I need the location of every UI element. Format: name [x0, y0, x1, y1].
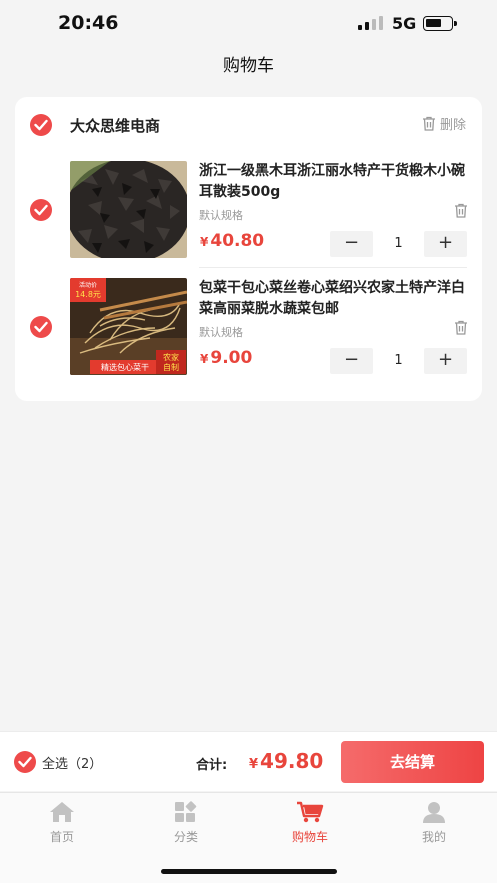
profile-icon	[423, 802, 445, 823]
tab-profile[interactable]: 我的	[372, 801, 496, 845]
status-bar: 20:46 5G	[0, 0, 497, 48]
delete-label: 删除	[439, 118, 466, 133]
page-title: 购物车	[223, 56, 274, 76]
increase-button[interactable]: +	[424, 348, 467, 374]
image-badge-top: 活动价	[79, 281, 97, 289]
tab-label: 购物车	[291, 830, 328, 844]
tab-label: 分类	[173, 830, 198, 844]
shop-card: 大众思维电商 删除 浙江一级黑木耳浙江丽水特产干货椴木小碗耳散装500g 默认规…	[15, 97, 482, 401]
image-badge-price: 14.8元	[75, 290, 101, 299]
product-price: ¥9.00	[200, 348, 253, 368]
image-caption: 精选包心菜干	[101, 362, 149, 372]
selected-count: （2）	[68, 756, 103, 772]
trash-icon[interactable]	[454, 320, 468, 339]
product-title[interactable]: 浙江一级黑木耳浙江丽水特产干货椴木小碗耳散装500g	[199, 161, 465, 203]
product-spec: 默认规格	[199, 209, 243, 222]
home-icon	[50, 802, 74, 822]
checkout-bar: 全选 （2） 合计: ¥49.80 去结算	[0, 731, 497, 791]
product-image[interactable]	[70, 161, 187, 258]
signal-icon	[358, 16, 384, 30]
item-check-icon[interactable]	[30, 199, 52, 221]
nav-bar: 购物车	[0, 48, 497, 84]
cart-item: 活动价 14.8元 精选包心菜干 农家 自制 包菜干包心菜丝卷心菜绍兴农家土特产…	[15, 278, 482, 395]
cart-icon	[297, 801, 324, 823]
shop-name: 大众思维电商	[70, 117, 161, 135]
increase-button[interactable]: +	[424, 231, 467, 257]
quantity-stepper: − 1 +	[330, 231, 467, 257]
select-all-check-icon[interactable]	[14, 751, 36, 773]
decrease-button[interactable]: −	[330, 231, 373, 257]
product-price: ¥40.80	[200, 231, 265, 251]
product-image[interactable]: 活动价 14.8元 精选包心菜干 农家 自制	[70, 278, 187, 375]
quantity-value[interactable]: 1	[373, 231, 424, 257]
total-label: 合计:	[196, 758, 228, 773]
image-tag-line2: 自制	[163, 362, 179, 372]
quantity-value[interactable]: 1	[373, 348, 424, 374]
home-indicator	[161, 869, 337, 874]
tab-cart[interactable]: 购物车	[248, 801, 372, 845]
trash-icon[interactable]	[454, 203, 468, 222]
status-time: 20:46	[58, 12, 119, 34]
divider	[199, 267, 467, 268]
tab-label: 我的	[421, 830, 446, 844]
tab-label: 首页	[49, 830, 74, 844]
select-all-toggle[interactable]: 全选 （2）	[14, 751, 102, 773]
image-tag-line1: 农家	[163, 352, 179, 362]
cart-item: 浙江一级黑木耳浙江丽水特产干货椴木小碗耳散装500g 默认规格 ¥40.80 −…	[15, 161, 482, 278]
trash-icon	[422, 116, 435, 131]
battery-icon	[423, 16, 457, 31]
tab-category[interactable]: 分类	[124, 801, 248, 845]
checkout-button[interactable]: 去结算	[341, 741, 484, 783]
product-spec: 默认规格	[199, 326, 243, 339]
network-type: 5G	[392, 14, 417, 33]
decrease-button[interactable]: −	[330, 348, 373, 374]
select-all-label: 全选	[42, 756, 69, 772]
product-title[interactable]: 包菜干包心菜丝卷心菜绍兴农家土特产洋白菜高丽菜脱水蔬菜包邮	[199, 278, 465, 320]
item-check-icon[interactable]	[30, 316, 52, 338]
tab-home[interactable]: 首页	[0, 801, 124, 845]
category-icon	[175, 801, 197, 822]
quantity-stepper: − 1 +	[330, 348, 467, 374]
total-amount: ¥49.80	[249, 749, 324, 773]
shop-check-icon[interactable]	[30, 114, 52, 136]
delete-button[interactable]: 删除	[422, 114, 466, 133]
